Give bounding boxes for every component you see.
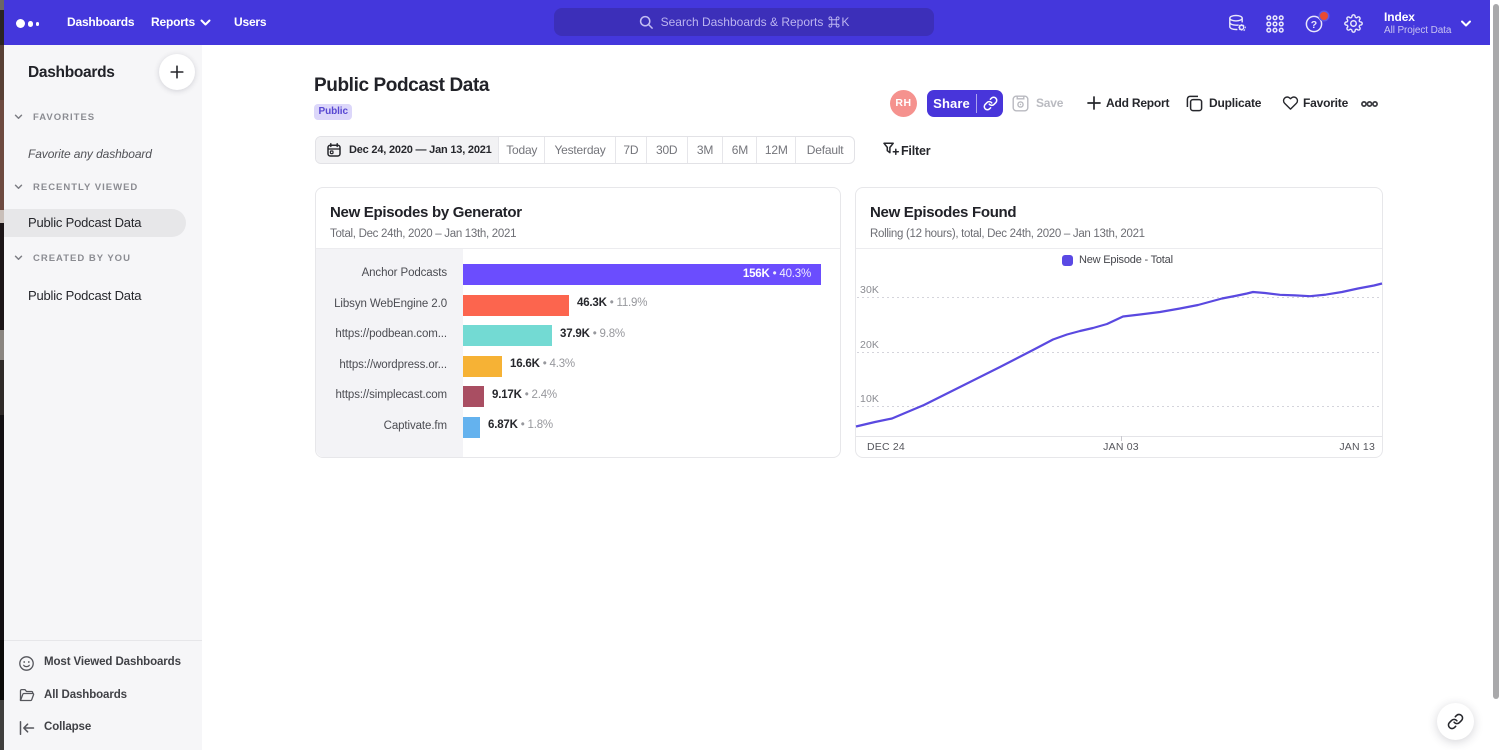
svg-text:?: ? [1311,19,1317,31]
